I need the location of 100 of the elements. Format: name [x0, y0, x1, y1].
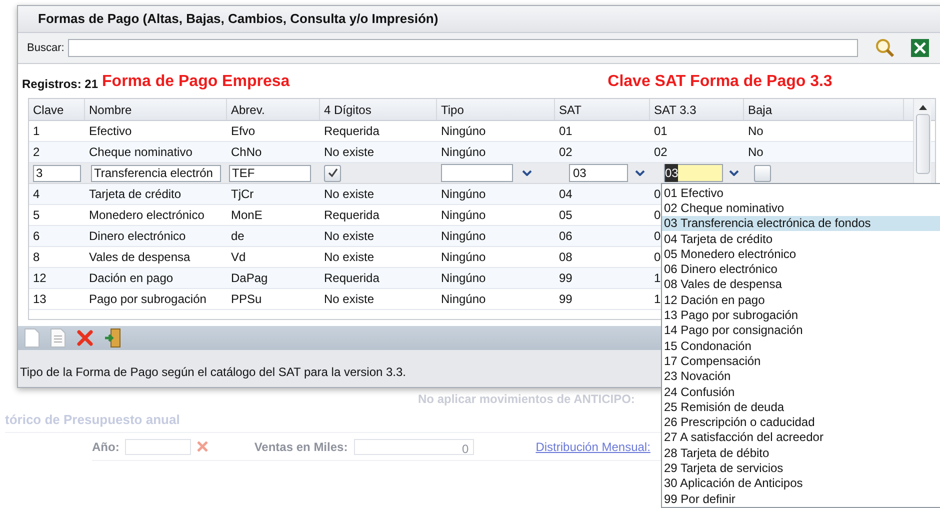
- window-title: Formas de Pago (Altas, Bajas, Cambios, Consulta y/o Impresión): [18, 6, 940, 32]
- table-cell-text: 05: [559, 207, 572, 224]
- annotation-label: Clave SAT Forma de Pago 3.3: [608, 72, 832, 92]
- table-cell-text: No existe: [324, 228, 374, 245]
- table-cell-text: 1: [654, 270, 661, 287]
- table-cell-text: 8: [33, 249, 40, 266]
- table-cell-text: 12: [33, 270, 46, 287]
- search-label: Buscar:: [27, 40, 64, 56]
- table-cell-text: Cheque nominativo: [89, 144, 192, 161]
- caret-icon: [729, 170, 740, 176]
- column-header[interactable]: 4 Dígitos: [320, 99, 437, 120]
- table-cell-text: Pago por subrogación: [89, 291, 206, 308]
- table-cell-text: 0: [654, 186, 661, 203]
- table-cell-text: 0: [654, 228, 661, 245]
- dropdown-option[interactable]: 29 Tarjeta de servicios: [662, 460, 940, 476]
- dropdown-option[interactable]: 04 Tarjeta de crédito: [662, 230, 940, 246]
- dropdown-option[interactable]: 05 Monedero electrónico: [662, 246, 940, 262]
- table-cell-text: 5: [33, 207, 40, 224]
- checkbox[interactable]: [754, 164, 771, 182]
- select-field[interactable]: 03: [569, 164, 628, 182]
- dropdown-option[interactable]: 28 Tarjeta de débito: [662, 445, 940, 460]
- table-cell-text: Ningúno: [441, 270, 486, 287]
- field-label: Año:: [92, 438, 120, 456]
- new-document-icon[interactable]: [24, 328, 40, 348]
- column-header[interactable]: SAT 3.3: [650, 99, 744, 120]
- dropdown-option[interactable]: 24 Confusión: [662, 384, 940, 400]
- clave-field[interactable]: 3: [33, 164, 81, 182]
- dropdown-option[interactable]: 23 Novación: [662, 368, 940, 384]
- select-field[interactable]: [441, 164, 513, 182]
- search-field[interactable]: [68, 39, 858, 57]
- select-field[interactable]: 03: [664, 164, 723, 182]
- field-label: Ventas en Miles:: [254, 438, 348, 456]
- name-field[interactable]: Transferencia electrón: [91, 164, 221, 182]
- dropdown-option[interactable]: 03 Transferencia electrónica de fondos: [662, 216, 940, 231]
- dropdown-option[interactable]: 02 Cheque nominativo: [662, 200, 940, 216]
- dropdown-option[interactable]: 14 Pago por consignación: [662, 322, 940, 338]
- table-cell-text: 04: [559, 186, 572, 203]
- table-cell-text: 02: [654, 144, 668, 161]
- column-header[interactable]: Baja: [744, 99, 904, 120]
- column-header[interactable]: Tipo: [437, 99, 555, 120]
- status-text: Tipo de la Forma de Pago según el catálogo del SAT para la version 3.3.: [20, 365, 406, 379]
- table-cell-text: No existe: [324, 249, 374, 266]
- table-cell-text: Monedero electrónico: [89, 207, 204, 224]
- table-cell-text: Dinero electrónico: [89, 228, 186, 245]
- table-cell-text: 99: [559, 270, 572, 287]
- caret-icon: [635, 170, 646, 176]
- table-cell-text: Ningúno: [441, 228, 486, 245]
- dropdown-option[interactable]: 13 Pago por subrogación: [662, 307, 940, 323]
- checkbox[interactable]: [324, 164, 341, 182]
- table-cell-text: No: [748, 123, 764, 140]
- dropdown-option[interactable]: 08 Vales de despensa: [662, 276, 940, 292]
- dropdown-option[interactable]: 01 Efectivo: [662, 185, 940, 200]
- table-cell-text: Requerida: [324, 123, 380, 140]
- table-cell-text: Efectivo: [89, 123, 132, 140]
- table-cell-text: Tarjeta de crédito: [89, 186, 182, 203]
- table-cell-text: de: [231, 228, 244, 245]
- table-cell-text: 13: [33, 291, 46, 308]
- search-icon[interactable]: [874, 37, 896, 59]
- table-cell-text: Requerida: [324, 207, 380, 224]
- delete-icon: [197, 441, 208, 452]
- table-cell-text: 1: [33, 123, 40, 140]
- section-title: tórico de Presupuesto anual: [5, 412, 180, 427]
- table-cell-text: TjCr: [231, 186, 254, 203]
- table-cell-text: Vales de despensa: [89, 249, 190, 266]
- table-cell-text: DaPag: [231, 270, 268, 287]
- annotation-label: Forma de Pago Empresa: [102, 72, 290, 92]
- abbreviation-field[interactable]: TEF: [229, 164, 311, 182]
- dropdown-option[interactable]: 06 Dinero electrónico: [662, 261, 940, 277]
- dropdown-option[interactable]: 30 Aplicación de Anticipos: [662, 476, 940, 491]
- table-cell-text: No existe: [324, 291, 374, 308]
- dropdown-option[interactable]: 26 Prescripción o caducidad: [662, 414, 940, 430]
- column-header[interactable]: SAT: [555, 99, 650, 120]
- table-cell-text: Ningúno: [441, 291, 486, 308]
- table-cell-text: 01: [559, 123, 572, 140]
- table-cell-text: 2: [33, 144, 40, 161]
- dropdown-option[interactable]: 99 Por definir: [662, 490, 940, 506]
- table-cell-text: 0: [654, 249, 661, 266]
- table-cell-text: No existe: [324, 186, 374, 203]
- table-cell-text: 01: [654, 123, 668, 140]
- records-count: Registros: 21: [22, 76, 98, 93]
- delete-icon[interactable]: [76, 329, 94, 347]
- dropdown-option[interactable]: 17 Compensación: [662, 353, 940, 369]
- table-cell-text: 1: [654, 291, 661, 308]
- table-cell-text: Ningúno: [441, 207, 486, 224]
- table-cell-text: MonE: [231, 207, 262, 224]
- dropdown-option[interactable]: 12 Dación en pago: [662, 292, 940, 308]
- distribution-link[interactable]: Distribución Mensual:: [536, 438, 650, 456]
- dropdown-option[interactable]: 27 A satisfacción del acreedor: [662, 430, 940, 446]
- scroll-up-icon[interactable]: [918, 105, 926, 110]
- document-icon[interactable]: [50, 328, 66, 348]
- dropdown-option[interactable]: 15 Condonación: [662, 338, 940, 354]
- caret-icon: [522, 170, 532, 176]
- column-header[interactable]: Nombre: [85, 99, 227, 120]
- table-cell-text: Requerida: [324, 270, 380, 287]
- exit-door-icon[interactable]: [104, 328, 122, 348]
- column-header[interactable]: Abrev.: [227, 99, 320, 120]
- table-cell-text: Efvo: [231, 123, 256, 140]
- spreadsheet-icon[interactable]: [910, 38, 930, 58]
- dropdown-option[interactable]: 25 Remisión de deuda: [662, 399, 940, 414]
- column-header[interactable]: Clave: [29, 99, 85, 120]
